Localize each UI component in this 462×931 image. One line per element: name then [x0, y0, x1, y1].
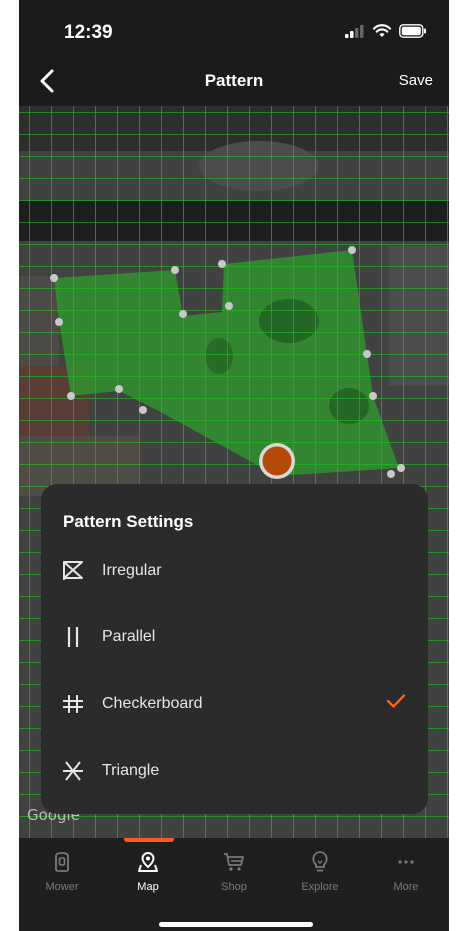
tab-label: More [393, 881, 419, 893]
option-label: Checkerboard [102, 695, 203, 712]
tab-explore[interactable]: Explore [277, 850, 363, 900]
tab-more[interactable]: More [363, 850, 449, 900]
pattern-settings-sheet: Pattern Settings Irregular Parallel Chec… [41, 484, 428, 814]
wifi-icon [373, 24, 391, 37]
map-pin-icon [138, 851, 158, 872]
option-triangle[interactable]: Triangle [41, 744, 428, 800]
signal-icon [345, 25, 364, 38]
option-parallel[interactable]: Parallel [41, 610, 428, 666]
home-indicator [159, 922, 313, 927]
option-label: Irregular [102, 562, 162, 579]
status-time: 12:39 [64, 22, 113, 43]
option-label: Triangle [102, 762, 160, 779]
save-button[interactable]: Save [399, 72, 433, 89]
header-bar: Pattern Save [19, 58, 449, 106]
tab-label: Mower [45, 881, 79, 893]
option-irregular[interactable]: Irregular [41, 544, 428, 600]
battery-icon [399, 24, 426, 38]
status-bar: 12:39 [19, 0, 449, 58]
page-title: Pattern [204, 71, 264, 90]
tab-label: Explore [301, 881, 339, 893]
tab-label: Shop [221, 881, 247, 893]
more-dots-icon [398, 860, 414, 864]
option-label: Parallel [102, 628, 156, 645]
triangle-pattern-icon [63, 761, 83, 781]
tab-map[interactable]: Map [105, 850, 191, 900]
pattern-settings-title: Pattern Settings [63, 512, 194, 531]
option-checkerboard[interactable]: Checkerboard [41, 677, 428, 733]
app-screen: 12:39 Pattern Save Google Pattern Settin… [19, 0, 449, 931]
checkerboard-pattern-icon [63, 695, 83, 713]
lightbulb-icon [312, 851, 328, 872]
parallel-pattern-icon [67, 627, 79, 647]
tab-shop[interactable]: Shop [191, 850, 277, 900]
active-tab-indicator [124, 838, 174, 842]
bottom-tab-bar: Mower Map Shop Explore More [19, 838, 449, 931]
irregular-pattern-icon [63, 561, 83, 580]
status-icons [345, 24, 427, 38]
checkmark-icon [386, 694, 406, 708]
tab-label: Map [137, 881, 159, 893]
mower-icon [55, 852, 69, 872]
cart-icon [224, 853, 244, 871]
tab-mower[interactable]: Mower [19, 850, 105, 900]
